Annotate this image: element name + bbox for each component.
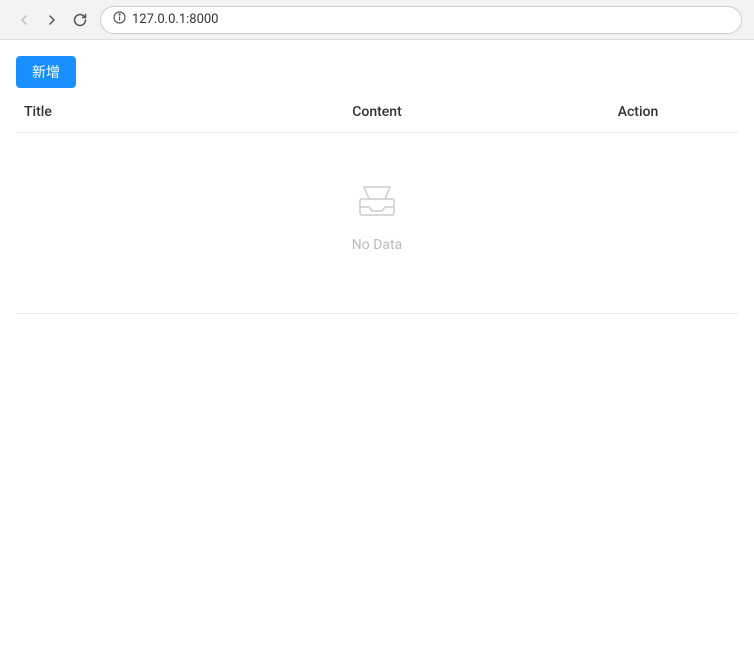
table-footer <box>16 313 738 326</box>
column-header-content: Content <box>216 104 538 120</box>
empty-text: No Data <box>352 237 402 253</box>
table-container: Title Content Action No Data <box>16 104 738 326</box>
column-header-action: Action <box>538 104 738 120</box>
url-display: 127.0.0.1:8000 <box>132 12 219 27</box>
empty-inbox-icon <box>352 173 402 227</box>
reload-button[interactable] <box>68 8 92 32</box>
security-icon <box>113 11 126 28</box>
add-button[interactable]: 新增 <box>16 56 76 88</box>
empty-state: No Data <box>16 133 738 293</box>
nav-buttons <box>12 8 92 32</box>
forward-button[interactable] <box>40 8 64 32</box>
back-button[interactable] <box>12 8 36 32</box>
browser-chrome: 127.0.0.1:8000 <box>0 0 754 40</box>
table-header: Title Content Action <box>16 104 738 133</box>
address-bar[interactable]: 127.0.0.1:8000 <box>100 6 742 34</box>
page-content: 新增 Title Content Action No Data <box>0 40 754 342</box>
column-header-title: Title <box>16 104 216 120</box>
